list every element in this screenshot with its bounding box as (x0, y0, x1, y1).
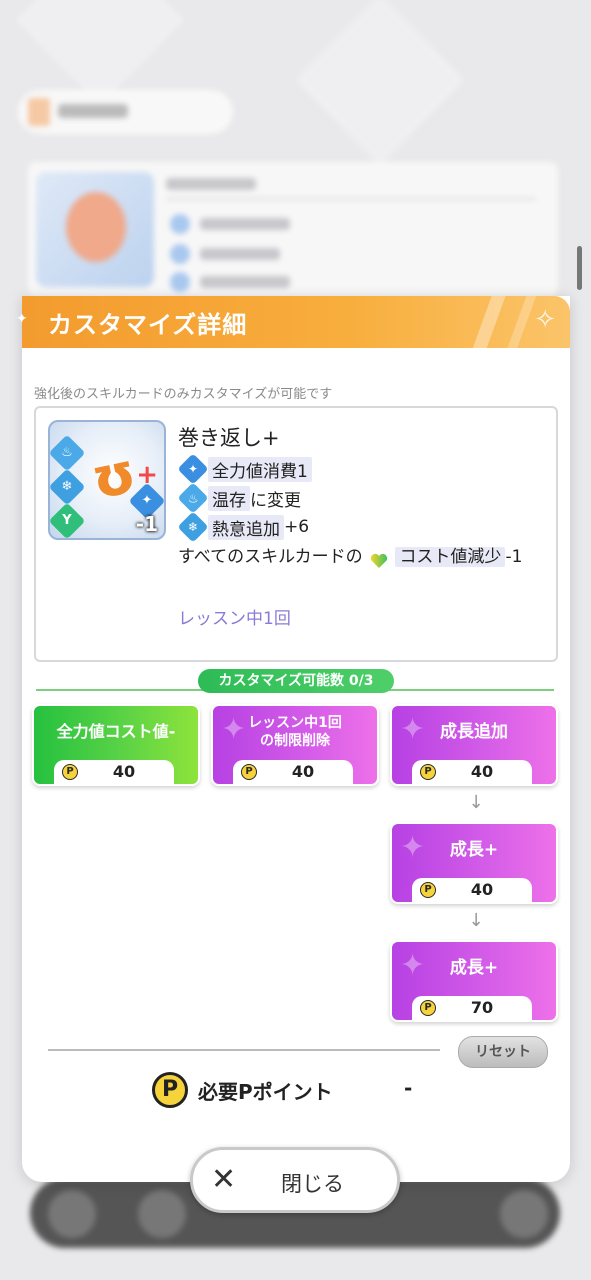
option-cost-reduce-button[interactable]: 全力値コスト値- P 40 (32, 704, 200, 786)
option-price: P 40 (54, 760, 174, 784)
bg-icon (170, 244, 190, 264)
effect-text: に変更 (250, 490, 301, 511)
growth-icon: Y (50, 502, 86, 538)
heart-icon (370, 549, 388, 568)
blue-diamond-icon: ✦ (177, 453, 209, 485)
option-growth-plus-button[interactable]: ✦ 成長+ P 40 (390, 822, 558, 904)
effect-row: ✦ 全力値消費1 (177, 453, 312, 485)
effect-keyword: コスト値減少 (395, 547, 506, 567)
customize-hint: 強化後のスキルカードのみカスタマイズが可能です (34, 387, 333, 402)
bg-header-text (58, 104, 128, 118)
plus-icon: + (136, 460, 158, 490)
modal-title: カスタマイズ詳細 (48, 311, 248, 339)
p-coin-icon: P (420, 882, 436, 898)
heat-snowflake-icon: ❄ (50, 468, 86, 506)
option-label: 成長+ (449, 840, 499, 860)
reset-button[interactable]: リセット (458, 1036, 548, 1068)
effect-text: +6 (284, 517, 310, 537)
onsen-retain-icon: ♨ (50, 434, 86, 472)
skill-card-image: ʊ ♨ ❄ Y ✦ + -1 (48, 420, 166, 540)
bg-home-icon (48, 1190, 96, 1238)
p-coin-icon: P (241, 764, 257, 780)
p-coin-icon: P (420, 764, 436, 780)
bg-menu-icon (500, 1190, 548, 1238)
bg-icon (170, 272, 190, 292)
card-name: 巻き返し+ (178, 426, 280, 450)
customize-count-badge: カスタマイズ可能数 0/3 (198, 669, 394, 693)
bg-text-line (200, 276, 290, 288)
effect-row: ♨ 温存 に変更 (177, 482, 301, 514)
effect-row: ❄ 熱意追加 +6 (177, 511, 310, 543)
bg-nav-icon (138, 1190, 186, 1238)
divider (48, 1049, 440, 1051)
option-price: P 40 (412, 760, 532, 784)
onsen-retain-icon: ♨ (177, 482, 209, 514)
option-label: レッスン中1回 の制限削除 (248, 715, 342, 749)
p-coin-icon: P (62, 764, 78, 780)
sparkle-icon: ✦ (16, 311, 28, 327)
required-points-value: - (404, 1076, 413, 1100)
bg-divider (166, 198, 536, 200)
p-coin-icon: P (152, 1072, 188, 1108)
effect-keyword: 熱意追加 (208, 514, 284, 540)
customize-detail-modal: ✦ カスタマイズ詳細 ✧ 強化後のスキルカードのみカスタマイズが可能です ʊ ♨… (16, 296, 570, 1182)
option-label: 成長+ (449, 958, 499, 978)
price-value: 40 (112, 762, 136, 781)
price-value: 40 (470, 762, 494, 781)
bg-text-line (200, 248, 280, 260)
skill-card-panel: ʊ ♨ ❄ Y ✦ + -1 巻き返し+ ✦ 全力値消費1 ♨ 温存 に変更 ❄… (34, 406, 558, 662)
option-label: 成長追加 (440, 722, 508, 742)
option-label: 全力値コスト値- (56, 722, 176, 741)
modal-header: ✦ カスタマイズ詳細 ✧ (16, 296, 570, 348)
option-add-growth-button[interactable]: ✦ 成長追加 P 40 (390, 704, 558, 786)
p-coin-icon: P (420, 1000, 436, 1016)
close-button[interactable]: ✕ 閉じる (190, 1147, 400, 1213)
bg-header-icon (28, 98, 50, 126)
option-price: P 40 (412, 878, 532, 902)
lesson-limit-text: レッスン中1回 (178, 609, 291, 629)
effect-keyword: 温存 (208, 485, 250, 511)
down-arrow-icon: ↓ (468, 792, 484, 813)
card-cost: -1 (135, 512, 158, 536)
sparkle-icon: ✧ (534, 305, 556, 335)
bg-icon (170, 214, 190, 234)
bg-card-thumb (36, 172, 154, 287)
option-remove-lesson-limit-button[interactable]: ✦ レッスン中1回 の制限削除 P 40 (211, 704, 379, 786)
effect-text: -1 (505, 547, 523, 567)
down-arrow-icon: ↓ (468, 910, 484, 931)
option-growth-plus-2-button[interactable]: ✦ 成長+ P 70 (390, 940, 558, 1022)
option-price: P 40 (233, 760, 353, 784)
effect-text: すべてのスキルカードの (178, 547, 363, 567)
option-price: P 70 (412, 996, 532, 1020)
close-icon: ✕ (211, 1162, 237, 1197)
bg-text-line (166, 178, 256, 190)
bg-text-line (200, 218, 290, 230)
global-effect-text: すべてのスキルカードの コスト値減少 -1 (178, 542, 548, 572)
price-value: 40 (291, 762, 315, 781)
bg-decoration (295, 0, 465, 165)
price-value: 40 (470, 880, 494, 899)
close-label: 閉じる (281, 1172, 344, 1196)
heat-snowflake-icon: ❄ (177, 511, 209, 543)
scrollbar[interactable] (577, 246, 582, 290)
effect-text: 全力値消費1 (208, 456, 312, 482)
required-points-label: 必要Pポイント (198, 1080, 333, 1104)
price-value: 70 (470, 998, 494, 1017)
